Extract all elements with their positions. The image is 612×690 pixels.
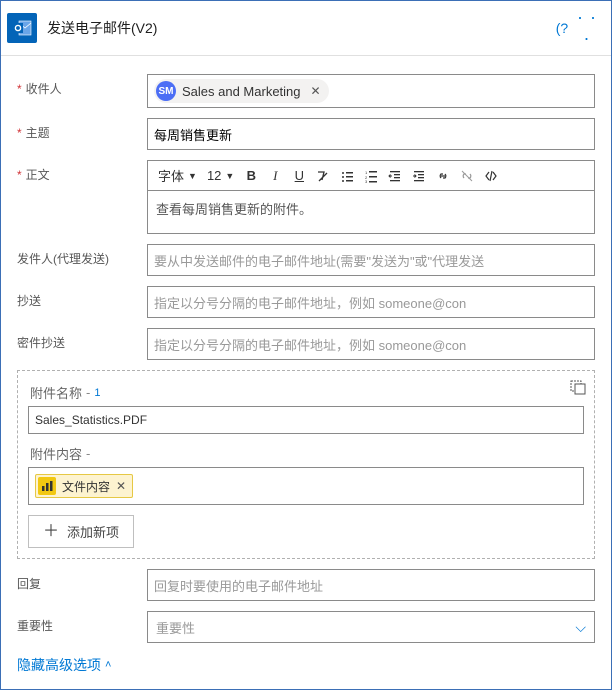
- subject-field[interactable]: [147, 118, 595, 150]
- link-button[interactable]: [432, 165, 454, 187]
- label-to: 收件人: [17, 74, 147, 97]
- file-content-token[interactable]: 文件内容 ✕: [35, 474, 133, 498]
- hide-advanced-link[interactable]: 隐藏高级选项 ˄: [17, 655, 111, 675]
- attach-filename-field[interactable]: Sales_Statistics.PDF: [28, 406, 584, 434]
- attach-name-header: 附件名称 - 1: [30, 383, 584, 402]
- indent-button[interactable]: [408, 165, 430, 187]
- attach-content-field[interactable]: 文件内容 ✕: [28, 467, 584, 505]
- powerbi-icon: [38, 477, 56, 495]
- outlook-icon: [7, 13, 37, 43]
- from-field[interactable]: 要从中发送邮件的电子邮件地址(需要"发送为"或"代理发送: [147, 244, 595, 276]
- bullet-list-button[interactable]: [336, 165, 358, 187]
- underline-button[interactable]: U: [288, 165, 310, 187]
- plus-icon: ＋: [43, 524, 59, 540]
- italic-button[interactable]: I: [264, 165, 286, 187]
- recipient-chip[interactable]: SM Sales and Marketing ✕: [154, 79, 329, 103]
- reply-field[interactable]: 回复时要使用的电子邮件地址: [147, 569, 595, 601]
- remove-token-icon[interactable]: ✕: [116, 479, 126, 493]
- email-action-card: 发送电子邮件(V2) (? · · · 收件人 SM Sales and Mar…: [0, 0, 612, 690]
- card-title: 发送电子邮件(V2): [47, 18, 551, 38]
- bcc-field[interactable]: 指定以分号分隔的电子邮件地址，例如 someone@con: [147, 328, 595, 360]
- label-bcc: 密件抄送: [17, 328, 147, 351]
- font-size-select[interactable]: 12▼: [203, 166, 238, 185]
- help-icon[interactable]: (?: [551, 20, 573, 36]
- number-list-button[interactable]: 123: [360, 165, 382, 187]
- token-label: 文件内容: [62, 478, 110, 495]
- label-reply: 回复: [17, 569, 147, 592]
- importance-select[interactable]: 重要性 ⌵: [147, 611, 595, 643]
- switch-mode-icon[interactable]: [570, 379, 586, 395]
- more-menu-icon[interactable]: · · ·: [573, 7, 601, 49]
- outdent-button[interactable]: [384, 165, 406, 187]
- label-subject: 主题: [17, 118, 147, 141]
- chevron-up-icon: ˄: [105, 659, 111, 671]
- format-clear-button[interactable]: [312, 165, 334, 187]
- chevron-down-icon: ⌵: [575, 619, 586, 636]
- attachments-section: 附件名称 - 1 Sales_Statistics.PDF 附件内容 - 文件内…: [17, 370, 595, 559]
- attach-content-header: 附件内容 -: [30, 444, 584, 463]
- subject-input[interactable]: [154, 127, 588, 142]
- card-body: 收件人 SM Sales and Marketing ✕ 主题 正: [1, 56, 611, 689]
- add-item-button[interactable]: ＋ 添加新项: [28, 515, 134, 548]
- recipient-name: Sales and Marketing: [182, 84, 301, 99]
- card-header: 发送电子邮件(V2) (? · · ·: [1, 1, 611, 56]
- label-importance: 重要性: [17, 611, 147, 634]
- label-cc: 抄送: [17, 286, 147, 309]
- remove-chip-icon[interactable]: ✕: [311, 84, 321, 98]
- bold-button[interactable]: B: [240, 165, 262, 187]
- to-field[interactable]: SM Sales and Marketing ✕: [147, 74, 595, 108]
- label-body: 正文: [17, 160, 147, 183]
- body-editor[interactable]: 查看每周销售更新的附件。: [147, 190, 595, 234]
- cc-field[interactable]: 指定以分号分隔的电子邮件地址，例如 someone@con: [147, 286, 595, 318]
- label-from: 发件人(代理发送): [17, 244, 147, 267]
- code-view-button[interactable]: [480, 165, 502, 187]
- font-select[interactable]: 字体▼: [154, 164, 201, 187]
- unlink-button[interactable]: [456, 165, 478, 187]
- avatar: SM: [156, 81, 176, 101]
- rte-toolbar: 字体▼ 12▼ B I U 123: [147, 160, 595, 190]
- svg-text:3: 3: [365, 179, 368, 183]
